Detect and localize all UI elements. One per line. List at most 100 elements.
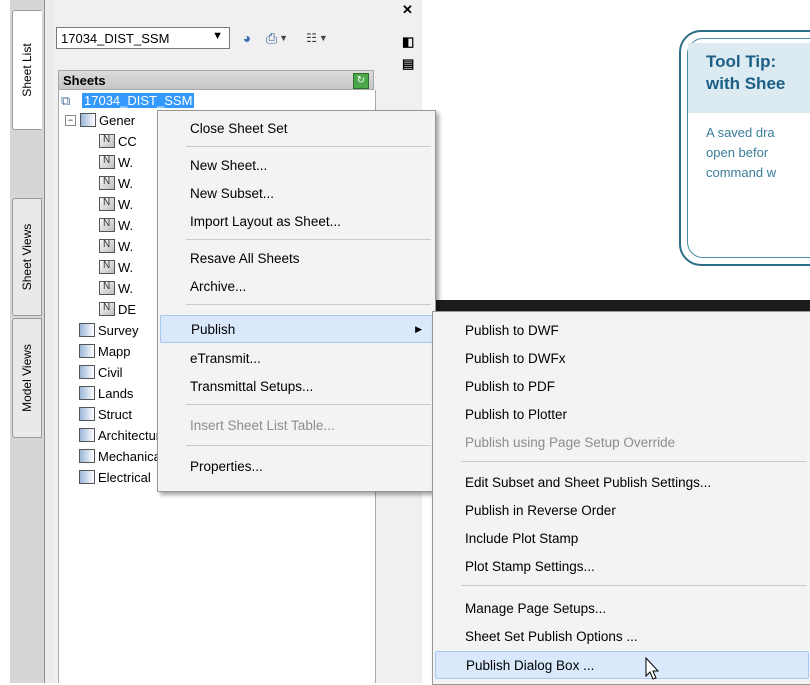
tree-subset-item[interactable]: Electrical — [79, 467, 151, 487]
include-plot-stamp-menu-item[interactable]: Include Plot Stamp — [435, 524, 809, 552]
tree-sheet-item[interactable]: CC — [99, 131, 137, 151]
publish-to-plotter-menu-item[interactable]: Publish to Plotter — [435, 400, 809, 428]
resave-all-sheets-menu-item[interactable]: Resave All Sheets — [160, 244, 433, 272]
etransmit-menu-item[interactable]: eTransmit... — [160, 344, 433, 372]
subset-icon — [79, 344, 95, 358]
menu-item-label: New Subset... — [190, 185, 275, 201]
sheet-set-dropdown-value: 17034_DIST_SSM — [61, 31, 170, 46]
publish-to-dwf-menu-item[interactable]: Publish to DWF — [435, 316, 809, 344]
sheet-icon — [99, 197, 115, 211]
tab-model-views-label: Model Views — [20, 344, 34, 412]
tree-sheet-item[interactable]: W. — [99, 236, 133, 256]
close-icon[interactable]: ✕ — [402, 2, 413, 18]
tree-subset-label: Gener — [99, 112, 136, 128]
menu-item-label: Properties... — [190, 458, 263, 474]
tree-sheet-label: W. — [118, 175, 134, 191]
menu-item-label: Import Layout as Sheet... — [190, 213, 341, 229]
tree-sheet-item[interactable]: W. — [99, 215, 133, 235]
import-layout-menu-item[interactable]: Import Layout as Sheet... — [160, 207, 433, 235]
menu-item-label: Include Plot Stamp — [465, 530, 579, 546]
tooltip-title: Tool Tip: with Shee — [706, 51, 785, 95]
tooltip-inner-border: Tool Tip: with Shee A saved dra open bef… — [687, 38, 810, 258]
sheet-set-publish-options-menu-item[interactable]: Sheet Set Publish Options ... — [435, 622, 809, 650]
chevron-down-icon: ▼ — [279, 33, 289, 43]
publish-to-pdf-menu-item[interactable]: Publish to PDF — [435, 372, 809, 400]
new-sheet-menu-item[interactable]: New Sheet... — [160, 151, 433, 179]
tree-sheet-item[interactable]: DE — [99, 299, 136, 319]
tree-sheet-item[interactable]: W. — [99, 278, 133, 298]
tree-subset-item[interactable]: Survey — [79, 320, 138, 340]
sheet-icon — [99, 176, 115, 190]
collapse-icon[interactable]: − — [65, 114, 76, 126]
tree-subset-item[interactable]: Civil — [79, 362, 123, 382]
publish-page-setup-override-menu-item[interactable]: Publish using Page Setup Override — [435, 428, 809, 456]
tree-subset-item[interactable]: Mechanical — [79, 446, 164, 466]
menu-item-label: Resave All Sheets — [190, 250, 300, 266]
tree-subset-label: Survey — [98, 322, 139, 338]
publish-toolbar-button[interactable]: ⎙ ▼ — [260, 27, 294, 49]
view-options-button[interactable]: ☷ ▼ — [300, 27, 334, 49]
edit-publish-settings-menu-item[interactable]: Edit Subset and Sheet Publish Settings..… — [435, 468, 809, 496]
publish-dialog-box-menu-item[interactable]: Publish Dialog Box ... — [435, 651, 809, 679]
tree-view-icon: ☷ — [306, 31, 317, 45]
insert-sheet-list-table-menu-item[interactable]: Insert Sheet List Table... — [160, 411, 433, 439]
menu-item-label: Publish in Reverse Order — [465, 502, 616, 518]
tree-root-label: 17034_DIST_SSM — [82, 92, 195, 108]
tab-sheet-views-label: Sheet Views — [20, 223, 34, 291]
menu-item-label: Close Sheet Set — [190, 120, 288, 136]
menu-item-label: Publish to Plotter — [465, 406, 568, 422]
menu-separator — [461, 585, 807, 586]
sheet-set-toolbar: 17034_DIST_SSM ▼ ◕ ⎙ ▼ ☷ ▼ — [54, 18, 420, 58]
tab-sheet-list-label: Sheet List — [20, 43, 34, 97]
sheet-icon — [99, 302, 115, 316]
menu-item-label: New Sheet... — [190, 157, 268, 173]
tree-subset-label: Civil — [98, 364, 123, 380]
publish-menu-item[interactable]: Publish ▶ — [160, 315, 433, 343]
tree-sheet-item[interactable]: W. — [99, 173, 133, 193]
menu-item-label: Edit Subset and Sheet Publish Settings..… — [465, 474, 712, 490]
properties-menu-item[interactable]: Properties... — [160, 452, 433, 480]
tab-sheet-list[interactable]: Sheet List — [12, 10, 42, 130]
autohide-icon[interactable]: ◧ — [402, 34, 414, 50]
tree-subset-item[interactable]: Lands — [79, 383, 133, 403]
close-sheet-set-menu-item[interactable]: Close Sheet Set — [160, 114, 433, 142]
transmittal-setups-menu-item[interactable]: Transmittal Setups... — [160, 372, 433, 400]
menu-item-label: eTransmit... — [190, 350, 261, 366]
subset-icon — [80, 113, 96, 127]
menu-item-label: Plot Stamp Settings... — [465, 558, 595, 574]
tree-subset-label: Mapp — [98, 343, 131, 359]
tab-model-views[interactable]: Model Views — [12, 318, 42, 438]
menu-item-label: Transmittal Setups... — [190, 378, 314, 394]
tooltip-body-line1: A saved dra — [706, 125, 775, 140]
manage-page-setups-menu-item[interactable]: Manage Page Setups... — [435, 594, 809, 622]
menu-item-label: Sheet Set Publish Options ... — [465, 628, 638, 644]
refresh-icon[interactable]: ↻ — [353, 73, 369, 89]
tree-sheet-item[interactable]: W. — [99, 152, 133, 172]
tree-subset-item[interactable]: Mapp — [79, 341, 131, 361]
tab-sheet-views[interactable]: Sheet Views — [12, 198, 42, 316]
publish-submenu: Publish to DWF Publish to DWFx Publish t… — [432, 311, 810, 685]
tree-sheet-item[interactable]: W. — [99, 257, 133, 277]
sheet-icon — [99, 134, 115, 148]
tree-sheet-label: W. — [118, 154, 134, 170]
tree-subset-item[interactable]: − Gener — [65, 110, 135, 130]
plot-stamp-settings-menu-item[interactable]: Plot Stamp Settings... — [435, 552, 809, 580]
tree-root-item[interactable]: ⧉ 17034_DIST_SSM — [61, 90, 195, 110]
new-subset-menu-item[interactable]: New Subset... — [160, 179, 433, 207]
tree-sheet-item[interactable]: W. — [99, 194, 133, 214]
tree-subset-item[interactable]: Struct — [79, 404, 132, 424]
sheet-set-dropdown[interactable]: 17034_DIST_SSM ▼ — [56, 27, 230, 49]
sheets-header-title: Sheets — [63, 73, 106, 88]
archive-menu-item[interactable]: Archive... — [160, 272, 433, 300]
side-tab-strip: Sheet List Sheet Views Model Views — [10, 0, 45, 683]
subset-icon — [79, 470, 95, 484]
publish-to-dwfx-menu-item[interactable]: Publish to DWFx — [435, 344, 809, 372]
properties-icon[interactable]: ▤ — [402, 56, 414, 72]
tree-sheet-label: W. — [118, 259, 134, 275]
submenu-arrow-icon: ▶ — [415, 323, 422, 334]
menu-item-label: Publish Dialog Box ... — [466, 657, 595, 673]
chevron-down-icon: ▼ — [318, 33, 328, 43]
tree-subset-label: Struct — [98, 406, 132, 422]
resource-drawing-button[interactable]: ◕ — [236, 27, 258, 49]
publish-reverse-order-menu-item[interactable]: Publish in Reverse Order — [435, 496, 809, 524]
